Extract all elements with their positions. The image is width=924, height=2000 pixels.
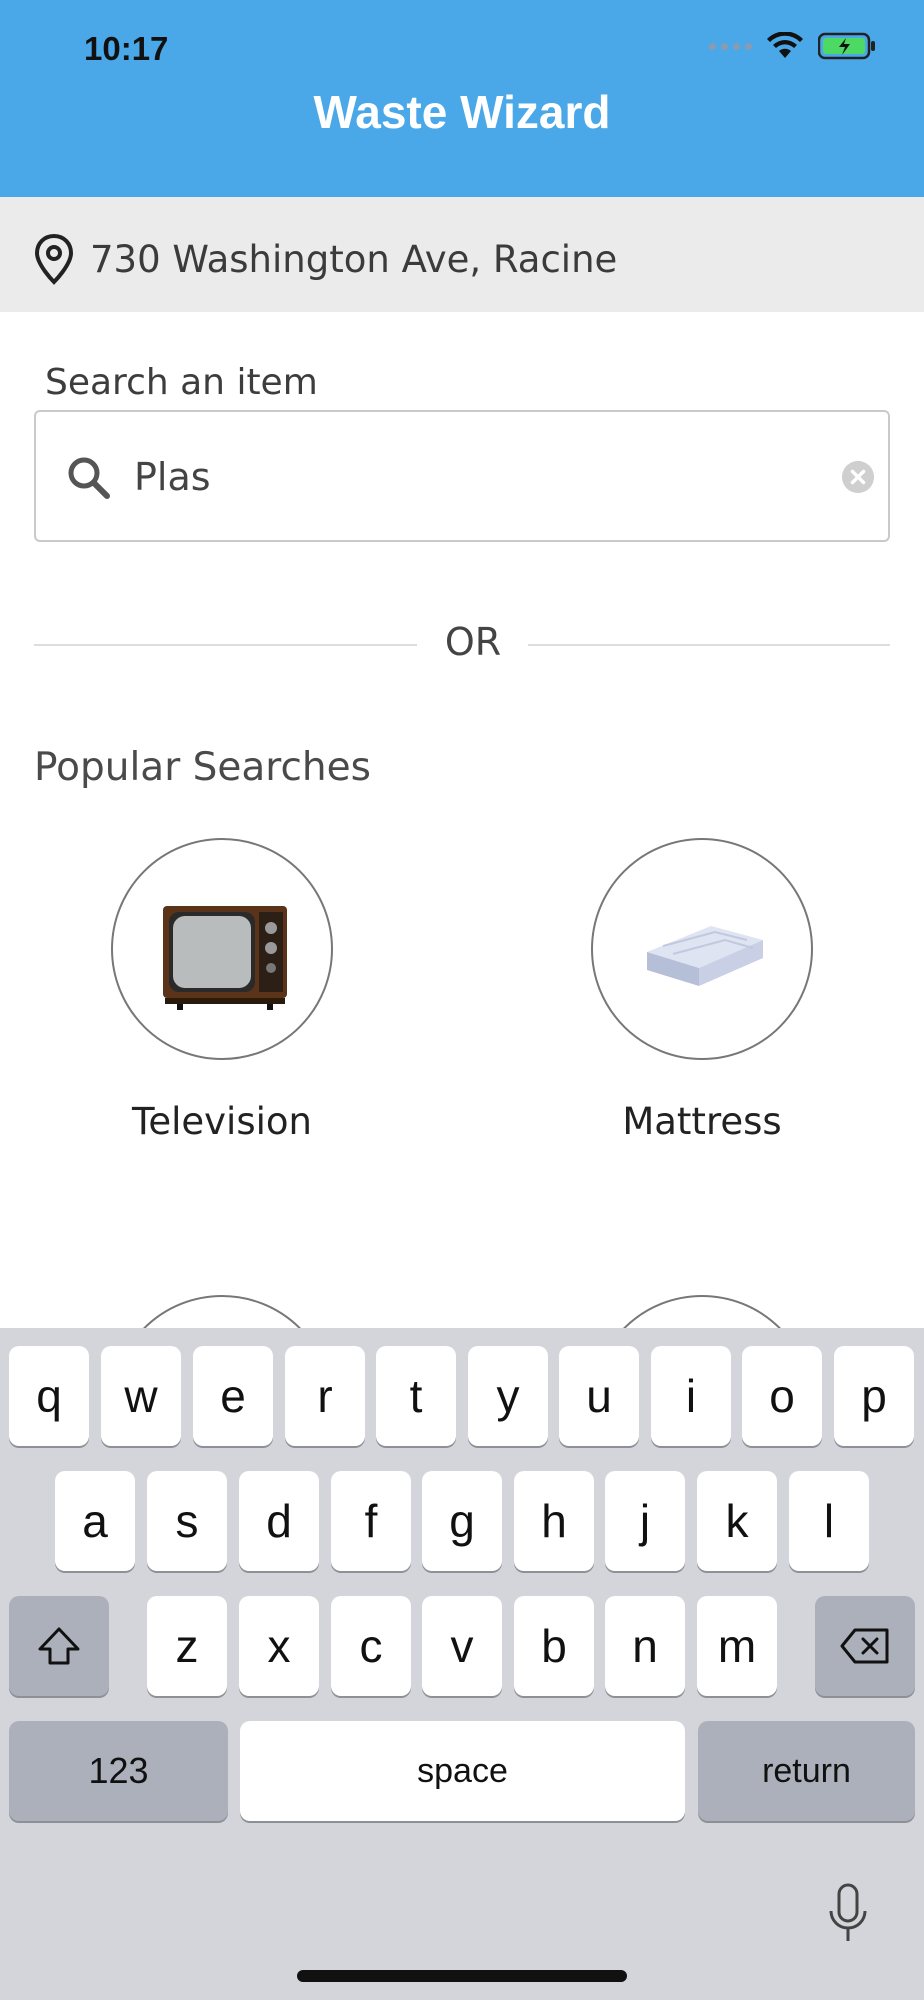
battery-icon <box>818 32 875 60</box>
app-header: 10:17 Waste Wizard <box>0 0 924 197</box>
space-key[interactable]: space <box>240 1721 685 1821</box>
search-icon <box>68 457 110 499</box>
key-b[interactable]: b <box>514 1596 594 1696</box>
key-x[interactable]: x <box>239 1596 319 1696</box>
key-r[interactable]: r <box>285 1346 365 1446</box>
key-j[interactable]: j <box>605 1471 685 1571</box>
divider-line-right <box>528 644 890 646</box>
backspace-icon <box>840 1628 889 1664</box>
mattress-icon <box>647 926 763 986</box>
numbers-key[interactable]: 123 <box>9 1721 228 1821</box>
app-title: Waste Wizard <box>313 86 611 138</box>
microphone-icon[interactable] <box>826 1883 870 1945</box>
status-time: 10:17 <box>84 30 169 67</box>
key-s[interactable]: s <box>147 1471 227 1571</box>
key-o[interactable]: o <box>742 1346 822 1446</box>
key-y[interactable]: y <box>468 1346 548 1446</box>
mattress-image <box>591 838 813 1060</box>
home-indicator[interactable] <box>297 1970 627 1982</box>
key-t[interactable]: t <box>376 1346 456 1446</box>
key-n[interactable]: n <box>605 1596 685 1696</box>
or-divider-text: OR <box>444 620 502 664</box>
key-v[interactable]: v <box>422 1596 502 1696</box>
shift-arrow-icon <box>38 1627 80 1665</box>
key-u[interactable]: u <box>559 1346 639 1446</box>
key-l[interactable]: l <box>789 1471 869 1571</box>
popular-item-television[interactable]: Television <box>22 828 462 1158</box>
location-address: 730 Washington Ave, Racine <box>90 238 618 281</box>
divider-line-left <box>34 644 417 646</box>
key-c[interactable]: c <box>331 1596 411 1696</box>
wifi-icon <box>767 32 803 58</box>
key-a[interactable]: a <box>55 1471 135 1571</box>
clear-search-icon[interactable] <box>842 461 874 493</box>
television-image <box>111 838 333 1060</box>
key-w[interactable]: w <box>101 1346 181 1446</box>
return-key[interactable]: return <box>698 1721 915 1821</box>
search-input[interactable] <box>134 450 814 504</box>
key-z[interactable]: z <box>147 1596 227 1696</box>
key-e[interactable]: e <box>193 1346 273 1446</box>
status-icons <box>709 32 876 60</box>
key-f[interactable]: f <box>331 1471 411 1571</box>
cellular-signal-icon <box>709 42 752 50</box>
key-q[interactable]: q <box>9 1346 89 1446</box>
key-m[interactable]: m <box>697 1596 777 1696</box>
search-label: Search an item <box>45 362 318 403</box>
key-p[interactable]: p <box>834 1346 914 1446</box>
key-i[interactable]: i <box>651 1346 731 1446</box>
location-pin-icon <box>34 233 74 285</box>
popular-item-label: Television <box>132 1100 312 1143</box>
key-d[interactable]: d <box>239 1471 319 1571</box>
key-h[interactable]: h <box>514 1471 594 1571</box>
shift-key[interactable] <box>9 1596 109 1696</box>
key-g[interactable]: g <box>422 1471 502 1571</box>
backspace-key[interactable] <box>815 1596 915 1696</box>
key-k[interactable]: k <box>697 1471 777 1571</box>
keyboard: q w e r t y u i o p a s d f g h j k l z … <box>0 1328 924 2000</box>
television-icon <box>163 906 287 1010</box>
popular-searches-title: Popular Searches <box>34 745 371 790</box>
popular-item-label: Mattress <box>622 1100 782 1143</box>
popular-item-mattress[interactable]: Mattress <box>502 828 924 1158</box>
